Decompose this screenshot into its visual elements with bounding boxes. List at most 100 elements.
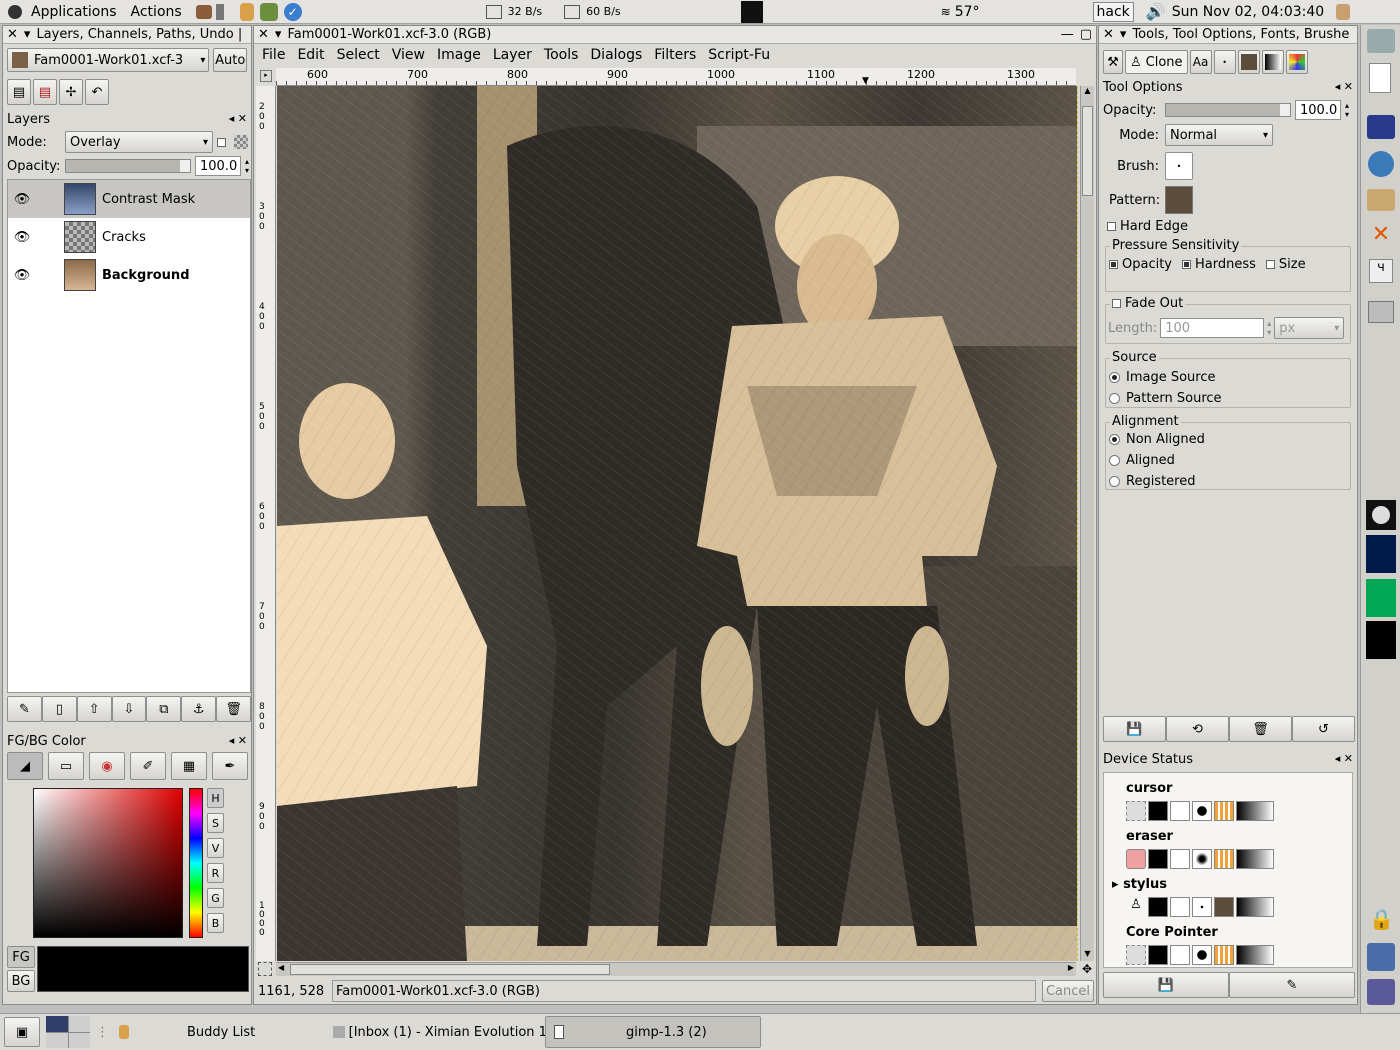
tab-fonts[interactable]: Aa bbox=[1189, 50, 1212, 74]
menu-filters[interactable]: Filters bbox=[648, 47, 702, 63]
tab-paths-icon[interactable]: ✢ bbox=[59, 79, 83, 105]
pattern-preview[interactable] bbox=[1165, 186, 1193, 214]
applications-menu[interactable]: Applications bbox=[31, 4, 117, 20]
layer-row-cracks[interactable]: 👁 Cracks bbox=[8, 218, 250, 256]
pressure-size-checkbox[interactable] bbox=[1265, 260, 1275, 269]
edit-devices-icon[interactable]: ✎ bbox=[1229, 972, 1355, 998]
menu-image[interactable]: Image bbox=[431, 47, 487, 63]
lock-icon[interactable]: 🔒 bbox=[1369, 907, 1394, 933]
eye-icon[interactable]: 👁 bbox=[8, 230, 36, 245]
channel-v-button[interactable]: V bbox=[207, 838, 224, 858]
navigate-icon[interactable]: ✥ bbox=[1080, 962, 1094, 976]
anchor-layer-icon[interactable]: ⚓ bbox=[181, 696, 217, 722]
layer-row-background[interactable]: 👁 Background bbox=[8, 256, 250, 294]
panel-buttons-icon[interactable]: ◂ ✕ bbox=[1335, 752, 1353, 767]
pressure-opacity-checkbox[interactable] bbox=[1109, 260, 1118, 269]
text-editor-icon[interactable] bbox=[1369, 63, 1391, 93]
mode-select[interactable]: Overlay ▾ bbox=[65, 131, 213, 153]
channel-s-button[interactable]: S bbox=[207, 813, 224, 833]
preserve-trans-checkbox[interactable] bbox=[217, 137, 226, 147]
vertical-ruler[interactable]: 200 300 400 500 600 700 800 900 1000 bbox=[256, 86, 276, 961]
panel-buttons-icon[interactable]: ◂ ✕ bbox=[1335, 80, 1353, 95]
tool-opacity-spin[interactable]: 100.0 bbox=[1295, 100, 1341, 120]
eyedropper-icon[interactable]: ✒ bbox=[212, 752, 248, 780]
image-source-label[interactable]: Image Source bbox=[1126, 370, 1216, 385]
non-aligned-label[interactable]: Non Aligned bbox=[1126, 432, 1205, 447]
menu-arrow-icon[interactable]: ▾ bbox=[275, 27, 282, 42]
non-aligned-radio[interactable] bbox=[1109, 434, 1120, 445]
lower-layer-icon[interactable]: ⇩ bbox=[111, 696, 147, 722]
bg-swatch[interactable] bbox=[1170, 849, 1190, 869]
gradient-swatch[interactable] bbox=[1236, 945, 1274, 965]
show-desktop-icon[interactable]: ▣ bbox=[4, 1017, 40, 1047]
channel-g-button[interactable]: G bbox=[207, 888, 224, 908]
edit-layer-icon[interactable]: ✎ bbox=[7, 696, 42, 722]
kanji-icon[interactable]: ч bbox=[1369, 259, 1393, 283]
brush-preview[interactable]: • bbox=[1165, 152, 1193, 180]
workspace-pager[interactable] bbox=[740, 0, 763, 23]
panel-buttons-icon[interactable]: ◂ ✕ bbox=[229, 112, 247, 127]
bg-swatch[interactable] bbox=[1170, 945, 1190, 965]
reset-options-icon[interactable]: ↺ bbox=[1292, 716, 1355, 742]
scroll-thumb[interactable] bbox=[1082, 106, 1093, 196]
pattern-source-label[interactable]: Pattern Source bbox=[1126, 391, 1222, 406]
duplicate-layer-icon[interactable]: ⧉ bbox=[146, 696, 182, 722]
task-buddy-list[interactable]: Buddy List bbox=[113, 1016, 327, 1048]
gnome-foot-icon[interactable] bbox=[8, 4, 22, 19]
aligned-label[interactable]: Aligned bbox=[1126, 453, 1175, 468]
spin-arrows-icon[interactable]: ▴ ▾ bbox=[1345, 101, 1349, 119]
menu-tools[interactable]: Tools bbox=[538, 47, 585, 63]
tab-channels-icon[interactable]: ▤ bbox=[33, 79, 57, 105]
menu-view[interactable]: View bbox=[386, 47, 431, 63]
fade-out-toggle[interactable]: Fade Out bbox=[1110, 296, 1186, 311]
layer-name[interactable]: Contrast Mask bbox=[102, 192, 195, 207]
brush-swatch[interactable] bbox=[1192, 849, 1212, 869]
bg-swatch[interactable] bbox=[1170, 801, 1190, 821]
triangle-selector-icon[interactable]: ▦ bbox=[171, 752, 207, 780]
tab-gradients-icon[interactable] bbox=[1261, 50, 1284, 74]
workspace-switcher[interactable] bbox=[46, 1016, 90, 1048]
pattern-source-radio[interactable] bbox=[1109, 393, 1120, 404]
unit-select[interactable]: px ▾ bbox=[1274, 317, 1345, 339]
network-launcher-icon[interactable] bbox=[259, 2, 278, 21]
image-canvas[interactable] bbox=[277, 86, 1077, 961]
horizontal-ruler[interactable]: 600 700 800 900 1000 1100 1200 1300 ▼ bbox=[276, 68, 1076, 86]
pressure-size-label[interactable]: Size bbox=[1279, 257, 1306, 272]
user-icon[interactable] bbox=[1336, 3, 1351, 20]
tab-clone-tool[interactable]: ♙ Clone bbox=[1125, 50, 1188, 74]
hscroll-thumb[interactable] bbox=[290, 964, 610, 975]
terminal-icon[interactable] bbox=[1367, 115, 1395, 139]
fade-out-checkbox[interactable] bbox=[1112, 299, 1121, 308]
delete-layer-icon[interactable]: 🗑 bbox=[216, 696, 251, 722]
close-icon[interactable]: ✕ bbox=[7, 27, 18, 42]
fg-swatch[interactable] bbox=[1148, 801, 1168, 821]
eye-icon[interactable]: 👁 bbox=[8, 192, 36, 207]
menu-toggle-icon[interactable]: ▸ bbox=[260, 70, 272, 82]
registered-radio[interactable] bbox=[1109, 476, 1120, 487]
clone-stamp-icon[interactable]: ♙ bbox=[1126, 897, 1146, 917]
aligned-radio[interactable] bbox=[1109, 455, 1120, 466]
spin-arrows-icon[interactable]: ▴ ▾ bbox=[245, 157, 249, 175]
quickmask-icon[interactable] bbox=[258, 962, 272, 976]
tab-patterns-icon[interactable] bbox=[1237, 50, 1260, 74]
image-source-radio[interactable] bbox=[1109, 372, 1120, 383]
pressure-hardness-checkbox[interactable] bbox=[1182, 260, 1192, 269]
hard-edge-label[interactable]: Hard Edge bbox=[1120, 219, 1188, 234]
new-layer-icon[interactable]: ▯ bbox=[41, 696, 77, 722]
fg-swatch[interactable] bbox=[1148, 849, 1168, 869]
menu-dialogs[interactable]: Dialogs bbox=[584, 47, 648, 63]
volume-icon[interactable]: 🔊 bbox=[1146, 2, 1166, 21]
menu-select[interactable]: Select bbox=[331, 47, 386, 63]
layer-row-contrast-mask[interactable]: 👁 Contrast Mask bbox=[8, 180, 250, 218]
gradient-swatch[interactable] bbox=[1236, 849, 1274, 869]
gradient-swatch[interactable] bbox=[1236, 801, 1274, 821]
pattern-swatch[interactable] bbox=[1214, 801, 1234, 821]
bg-button[interactable]: BG bbox=[7, 970, 35, 992]
tab-layers-icon[interactable]: ▤ bbox=[7, 79, 31, 105]
channel-r-button[interactable]: R bbox=[207, 863, 224, 883]
calculator-icon[interactable] bbox=[1368, 301, 1394, 323]
hue-strip[interactable] bbox=[189, 788, 203, 938]
selection-tool-icon[interactable] bbox=[1126, 945, 1146, 965]
bg-swatch[interactable] bbox=[1170, 897, 1190, 917]
gimp-launcher-icon[interactable] bbox=[239, 2, 254, 21]
